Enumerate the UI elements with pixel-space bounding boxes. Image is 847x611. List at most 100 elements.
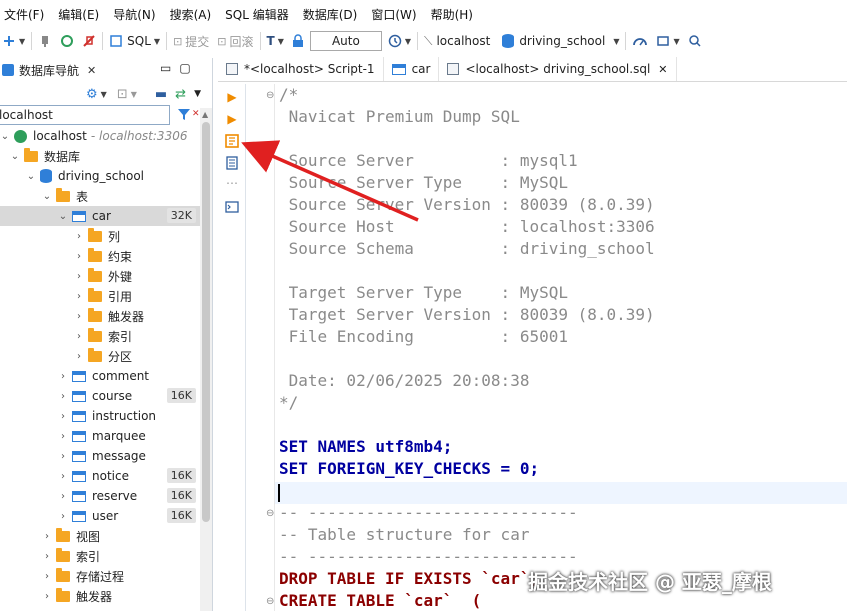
tree-node[interactable]: › 索引 xyxy=(0,326,200,346)
close-icon[interactable]: ✕ xyxy=(87,64,96,77)
editor-tab[interactable]: *<localhost> Script-1 xyxy=(218,57,384,81)
execute-in-new-tab-icon[interactable]: ▶ xyxy=(225,112,239,126)
collapse-arrow-icon[interactable]: ⌄ xyxy=(26,171,36,182)
tree-node[interactable]: › 引用 xyxy=(0,286,200,306)
expand-arrow-icon[interactable]: › xyxy=(58,471,68,482)
tree-node[interactable]: › course 16K xyxy=(0,386,200,406)
expand-arrow-icon[interactable]: › xyxy=(74,271,84,282)
tree-node-label: notice xyxy=(92,469,129,483)
menu-item-6[interactable]: 窗口(W) xyxy=(361,6,426,23)
expand-arrow-icon[interactable]: › xyxy=(58,451,68,462)
tree-node[interactable]: › 索引 xyxy=(0,546,200,566)
explain-plan-icon[interactable] xyxy=(225,156,239,170)
reconnect-icon[interactable] xyxy=(60,30,74,52)
execute-statement-icon[interactable]: ▶ xyxy=(225,90,239,104)
dashboard-icon[interactable] xyxy=(632,30,648,52)
expand-arrow-icon[interactable]: › xyxy=(42,591,52,602)
tree-node[interactable]: ⌄ driving_school xyxy=(0,166,200,186)
tree-node[interactable]: › notice 16K xyxy=(0,466,200,486)
collapse-arrow-icon[interactable]: ⌄ xyxy=(0,131,10,142)
expand-arrow-icon[interactable]: › xyxy=(74,351,84,362)
tree-node[interactable]: ⌄ localhost - localhost:3306 xyxy=(0,126,200,146)
menu-item-0[interactable]: 文件(F) xyxy=(0,6,54,23)
tree-node[interactable]: › 视图 xyxy=(0,526,200,546)
connect-icon[interactable] xyxy=(38,30,52,52)
collapse-icon[interactable]: ▬ xyxy=(155,87,167,102)
tree-node[interactable]: ⌄ 数据库 xyxy=(0,146,200,166)
connection-selector[interactable]: ⟍ localhost xyxy=(424,30,490,52)
close-icon[interactable]: ✕ xyxy=(658,63,667,76)
editor-tab[interactable]: car xyxy=(384,57,440,81)
tree-node[interactable]: › 约束 xyxy=(0,246,200,266)
expand-arrow-icon[interactable]: › xyxy=(58,411,68,422)
sql-editor[interactable]: /* Navicat Premium Dump SQL Source Serve… xyxy=(274,84,847,611)
navigator-scrollbar[interactable]: ▲ xyxy=(200,108,212,611)
expand-arrow-icon[interactable]: › xyxy=(74,251,84,262)
tab-database-navigator[interactable]: 数据库导航 ✕ xyxy=(0,58,100,82)
expand-arrow-icon[interactable]: › xyxy=(58,431,68,442)
tree-node[interactable]: › 触发器 xyxy=(0,586,200,606)
expand-arrow-icon[interactable]: › xyxy=(58,511,68,522)
expand-arrow-icon[interactable]: › xyxy=(42,571,52,582)
expand-arrow-icon[interactable]: › xyxy=(58,391,68,402)
minimize-icon[interactable]: ▭ xyxy=(160,61,171,75)
expand-arrow-icon[interactable]: › xyxy=(42,551,52,562)
tools-icon[interactable]: ▼ xyxy=(656,30,680,52)
scroll-up-icon[interactable]: ▲ xyxy=(202,110,208,119)
execute-script-icon[interactable] xyxy=(225,134,239,148)
history-icon[interactable]: ▼ xyxy=(388,30,411,52)
menu-item-7[interactable]: 帮助(H) xyxy=(421,6,483,23)
transaction-mode-icon[interactable]: T ▼ xyxy=(267,30,284,52)
more-icon[interactable]: ⋯ xyxy=(225,176,239,190)
tree-node[interactable]: › 外键 xyxy=(0,266,200,286)
tree-node[interactable]: › 分区 xyxy=(0,346,200,366)
menu-icon[interactable]: ▼ xyxy=(194,89,201,99)
rollback-button[interactable]: ⊡ 回滚 xyxy=(217,30,253,52)
tree-node[interactable]: ⌄ 表 xyxy=(0,186,200,206)
expand-arrow-icon[interactable]: › xyxy=(58,491,68,502)
disconnect-icon[interactable] xyxy=(82,30,96,52)
maximize-icon[interactable]: ▢ xyxy=(179,61,190,75)
terminal-icon[interactable] xyxy=(225,200,239,214)
new-connection-icon[interactable]: ⚙ xyxy=(86,87,98,102)
tree-node[interactable]: › reserve 16K xyxy=(0,486,200,506)
collapse-arrow-icon[interactable]: ⌄ xyxy=(10,151,20,162)
folder-icon xyxy=(56,567,70,582)
expand-arrow-icon[interactable]: › xyxy=(74,291,84,302)
new-connection-icon[interactable]: ▼ xyxy=(2,30,25,52)
tree-node[interactable]: › message xyxy=(0,446,200,466)
new-folder-icon[interactable]: ⊡ xyxy=(117,87,128,102)
tree-node[interactable]: › 列 xyxy=(0,226,200,246)
menu-item-2[interactable]: 导航(N) xyxy=(103,6,165,23)
tree-node[interactable]: › marquee xyxy=(0,426,200,446)
expand-arrow-icon[interactable]: › xyxy=(58,371,68,382)
expand-arrow-icon[interactable]: › xyxy=(74,311,84,322)
tree-node[interactable]: › 触发器 xyxy=(0,306,200,326)
tree-node[interactable]: ⌄ car 32K xyxy=(0,206,200,226)
lock-icon[interactable] xyxy=(292,30,304,52)
expand-arrow-icon[interactable]: › xyxy=(74,231,84,242)
sql-button[interactable]: SQL ▼ xyxy=(109,30,160,52)
menu-item-1[interactable]: 编辑(E) xyxy=(48,6,109,23)
menu-item-5[interactable]: 数据库(D) xyxy=(293,6,368,23)
expand-arrow-icon[interactable]: › xyxy=(42,531,52,542)
menu-item-3[interactable]: 搜索(A) xyxy=(160,6,222,23)
tree-node-label: driving_school xyxy=(58,169,145,183)
search-icon[interactable] xyxy=(688,30,702,52)
collapse-arrow-icon[interactable]: ⌄ xyxy=(42,191,52,202)
scrollbar-thumb[interactable] xyxy=(202,122,210,522)
tree-node[interactable]: › comment xyxy=(0,366,200,386)
tree-node[interactable]: › instruction xyxy=(0,406,200,426)
editor-tab[interactable]: <localhost> driving_school.sql ✕ xyxy=(439,57,677,81)
database-selector[interactable]: driving_school ▼ xyxy=(502,30,619,52)
tree-node[interactable]: › user 16K xyxy=(0,506,200,526)
commit-mode-field[interactable]: Auto xyxy=(309,31,382,51)
link-editor-icon[interactable]: ⇄ xyxy=(175,87,186,102)
connection-filter-input[interactable]: localhost xyxy=(0,105,170,125)
commit-button[interactable]: ⊡ 提交 xyxy=(173,30,209,52)
tree-node[interactable]: › 存储过程 xyxy=(0,566,200,586)
tree-node-label: user xyxy=(92,509,119,523)
expand-arrow-icon[interactable]: › xyxy=(74,331,84,342)
menu-item-4[interactable]: SQL 编辑器 xyxy=(215,6,299,23)
collapse-arrow-icon[interactable]: ⌄ xyxy=(58,211,68,222)
